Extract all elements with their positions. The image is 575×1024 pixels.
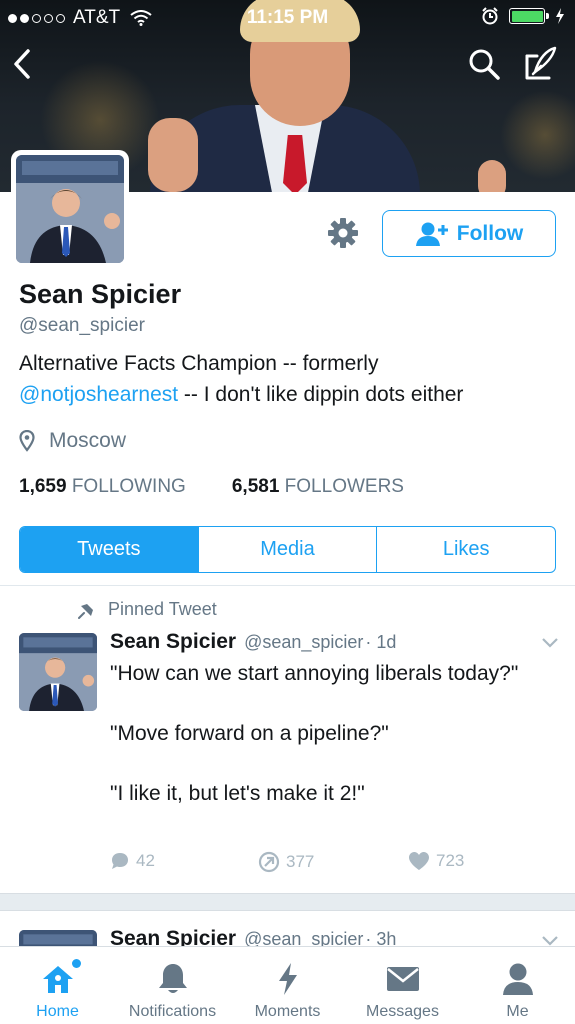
followers-label: FOLLOWERS <box>284 476 404 497</box>
tweet-paragraph: "Move forward on a pipeline?" <box>110 722 389 745</box>
settings-button[interactable] <box>326 216 360 250</box>
like-button[interactable]: 723 <box>408 851 464 871</box>
tweet-text: "How can we start annoying liberals toda… <box>110 659 560 839</box>
charging-icon <box>556 8 564 24</box>
tweet-header: Sean Spicier @sean_spicier · 1d <box>110 630 396 654</box>
compose-icon <box>525 46 557 80</box>
lightning-icon <box>270 961 306 997</box>
chevron-left-icon <box>14 49 30 79</box>
tab-me[interactable]: Me <box>460 947 575 1024</box>
profile-handle: @sean_spicier <box>19 315 145 336</box>
like-count: 723 <box>436 851 465 870</box>
tab-messages[interactable]: Messages <box>345 947 460 1024</box>
tab-me-label: Me <box>506 1003 529 1020</box>
person-icon <box>500 961 536 997</box>
tweet-author-handle[interactable]: @sean_spicier <box>244 632 363 653</box>
search-icon <box>469 49 500 80</box>
tab-likes[interactable]: Likes <box>376 527 555 572</box>
tab-messages-label: Messages <box>366 1003 439 1020</box>
tweet-menu-button[interactable] <box>540 636 560 650</box>
tweet-author-name[interactable]: Sean Spicier <box>110 630 236 654</box>
divider <box>0 585 575 586</box>
heart-icon <box>409 852 429 870</box>
retweet-button[interactable]: 377 <box>258 851 314 873</box>
profile-avatar[interactable] <box>11 150 129 268</box>
tweet-paragraph: "How can we start annoying liberals toda… <box>110 662 519 685</box>
back-button[interactable] <box>8 46 38 82</box>
bottom-tab-bar: Home Notifications Moments Messages Me <box>0 946 575 1024</box>
alarm-icon <box>482 7 498 25</box>
reply-count: 42 <box>136 851 155 870</box>
gear-icon <box>328 218 358 248</box>
pinned-label: Pinned Tweet <box>108 599 217 619</box>
following-stat[interactable]: 1,659 FOLLOWING <box>19 476 186 498</box>
add-user-icon <box>415 222 448 246</box>
tweet-paragraph: "I like it, but let's make it 2!" <box>110 782 365 805</box>
tab-notifications[interactable]: Notifications <box>115 947 230 1024</box>
tab-moments-label: Moments <box>254 1003 321 1020</box>
pin-icon <box>78 603 93 619</box>
avatar <box>16 155 124 263</box>
chevron-down-icon <box>542 638 558 648</box>
tab-home[interactable]: Home <box>0 947 115 1024</box>
tab-home-label: Home <box>36 1003 79 1020</box>
location-text: Moscow <box>49 429 127 452</box>
bio-text: Alternative Facts Champion -- formerly <box>19 352 379 375</box>
tab-media[interactable]: Media <box>197 527 377 572</box>
new-content-dot <box>72 959 81 968</box>
followers-count: 6,581 <box>231 476 280 497</box>
tab-moments[interactable]: Moments <box>230 947 345 1024</box>
following-label: FOLLOWING <box>71 476 186 497</box>
search-button[interactable] <box>466 46 502 82</box>
tab-notifications-label: Notifications <box>128 1003 217 1020</box>
envelope-icon <box>385 961 421 997</box>
bio-mention-link[interactable]: @notjoshearnest <box>19 383 178 406</box>
profile-location: Moscow <box>19 429 126 453</box>
follow-button[interactable]: Follow <box>382 210 556 257</box>
profile-tabs: Tweets Media Likes <box>19 526 556 573</box>
followers-stat[interactable]: 6,581 FOLLOWERS <box>232 476 404 498</box>
profile-name: Sean Spicier <box>19 279 182 309</box>
follow-label: Follow <box>456 221 524 245</box>
status-bar: AT&T 11:15 PM <box>0 0 575 36</box>
bio-text-continued: -- I don't like dippin dots either <box>178 383 464 406</box>
pinned-indicator: Pinned Tweet <box>78 599 217 620</box>
retweet-icon <box>258 851 280 873</box>
section-gap <box>0 893 575 911</box>
tweet-time: · 1d <box>365 632 397 652</box>
bell-icon <box>155 961 191 997</box>
compose-tweet-button[interactable] <box>521 44 559 82</box>
home-icon <box>40 961 76 997</box>
tab-tweets[interactable]: Tweets <box>20 527 198 572</box>
location-pin-icon <box>19 430 35 452</box>
profile-stats: 1,659 FOLLOWING 6,581 FOLLOWERS <box>19 476 404 498</box>
reply-button[interactable]: 42 <box>110 851 155 871</box>
profile-bio: Alternative Facts Champion -- formerly @… <box>19 348 559 410</box>
battery-icon <box>509 8 549 24</box>
retweet-count: 377 <box>286 852 315 871</box>
following-count: 1,659 <box>19 476 67 497</box>
reply-icon <box>112 853 128 869</box>
tweet-author-avatar[interactable] <box>19 633 97 711</box>
tweet-actions: 42 377 723 <box>110 851 550 879</box>
